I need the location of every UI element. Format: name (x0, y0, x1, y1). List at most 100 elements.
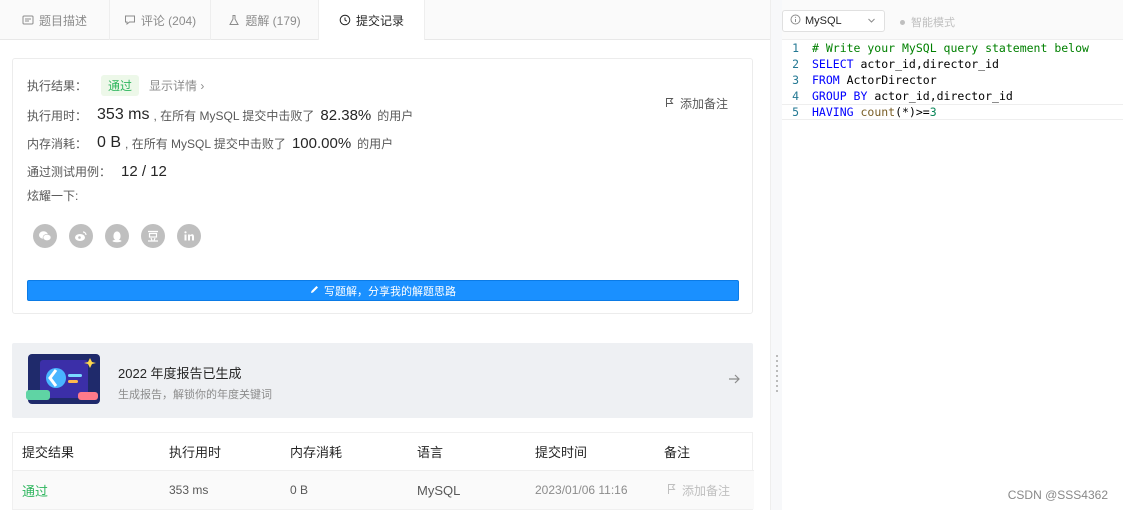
submission-content: 执行结果： 通过 显示详情 › 添加备注 执行用时： 353 ms , 在所有 … (0, 40, 770, 510)
code-token: # Write your MySQL query statement below (812, 41, 1089, 55)
share-buttons (33, 224, 201, 248)
line-number: 3 (792, 73, 799, 87)
tests-value: 12 / 12 (121, 162, 167, 180)
language-value: MySQL (805, 15, 842, 27)
table-header: 提交结果 执行用时 内存消耗 语言 提交时间 备注 (13, 433, 754, 471)
runtime-row: 执行用时： 353 ms , 在所有 MySQL 提交中击败了 82.38% 的… (27, 103, 413, 127)
header-language: 语言 (417, 445, 444, 460)
row-add-note-button[interactable]: 添加备注 (667, 482, 730, 499)
memory-suffix: 的用户 (357, 136, 394, 151)
runtime-label: 执行用时： (27, 108, 88, 123)
smart-mode-toggle[interactable]: 智能模式 (900, 14, 955, 30)
row-language: MySQL (417, 482, 461, 498)
qq-icon[interactable] (105, 224, 129, 248)
tab-label: 题目描述 (38, 13, 87, 28)
code-line[interactable]: 2 SELECT actor_id,director_id (782, 56, 1123, 72)
show-details-link[interactable]: 显示详情 › (149, 77, 204, 94)
add-note-button[interactable]: 添加备注 (665, 95, 728, 112)
row-runtime: 353 ms (169, 483, 209, 497)
tests-label: 通过测试用例： (27, 164, 112, 179)
table-row[interactable]: 通过 353 ms 0 B MySQL 2023/01/06 11:16 添加备… (13, 471, 754, 509)
status-label: 执行结果： (27, 78, 88, 93)
flag-icon (665, 97, 675, 111)
weibo-icon[interactable] (69, 224, 93, 248)
status-badge: 通过 (101, 74, 140, 96)
annual-report-banner[interactable]: 2022 年度报告已生成 生成报告，解锁你的年度关键词 (12, 343, 753, 418)
comment-icon (124, 14, 136, 26)
line-number: 4 (792, 89, 799, 103)
code-token: (*)>= (895, 105, 930, 119)
pencil-icon (310, 285, 319, 297)
watermark: CSDN @SSS4362 (1007, 488, 1108, 502)
info-icon (790, 14, 801, 28)
code-token: actor_id,director_id (853, 57, 999, 71)
code-token: count (860, 105, 896, 119)
flask-icon (228, 14, 240, 26)
drag-handle-icon[interactable] (776, 355, 778, 393)
line-number: 2 (792, 57, 799, 71)
row-time: 2023/01/06 11:16 (535, 483, 628, 497)
code-token: ActorDirector (839, 73, 937, 87)
row-memory: 0 B (290, 483, 309, 497)
document-icon (22, 14, 34, 26)
code-token: GROUP BY (812, 89, 868, 103)
code-token: HAVING (812, 105, 854, 119)
tests-row: 通过测试用例： 12 / 12 (27, 159, 171, 183)
share-label-row: 炫耀一下: (27, 187, 78, 203)
write-solution-button[interactable]: 写题解，分享我的解题思路 (27, 280, 739, 301)
linkedin-icon[interactable] (177, 224, 201, 248)
memory-row: 内存消耗： 0 B , 在所有 MySQL 提交中击败了 100.00% 的用户 (27, 131, 393, 155)
tab-label: 提交记录 (355, 13, 404, 28)
header-note: 备注 (664, 445, 691, 460)
runtime-percentile: 82.38% (320, 106, 372, 124)
pane-splitter[interactable] (770, 0, 782, 510)
douban-icon[interactable] (141, 224, 165, 248)
code-token: actor_id,director_id (867, 89, 1013, 103)
tab-submissions[interactable]: 提交记录 (319, 0, 425, 41)
tab-bar: 题目描述 评论 (204) 题解 (179) 提交记录 (0, 0, 770, 41)
tab-label: 题解 (179) (245, 13, 301, 28)
memory-value: 0 B (97, 134, 122, 151)
app-root: 题目描述 评论 (204) 题解 (179) 提交记录 执行结果： 通过 显示详… (0, 0, 1123, 510)
runtime-suffix: 的用户 (377, 108, 414, 123)
result-card: 执行结果： 通过 显示详情 › 添加备注 执行用时： 353 ms , 在所有 … (12, 58, 753, 314)
memory-label: 内存消耗： (27, 136, 88, 151)
report-illustration-icon (26, 352, 102, 406)
tab-label: 评论 (204) (140, 13, 197, 28)
header-time: 提交时间 (535, 445, 588, 460)
chevron-down-icon (867, 16, 876, 28)
code-token: 3 (929, 105, 937, 119)
runtime-mid-text: , 在所有 MySQL 提交中击败了 (153, 108, 315, 123)
code-token: SELECT (812, 57, 854, 71)
wechat-icon[interactable] (33, 224, 57, 248)
tab-solutions[interactable]: 题解 (179) (211, 0, 319, 40)
memory-percentile: 100.00% (291, 134, 352, 152)
tab-description[interactable]: 题目描述 (0, 0, 110, 40)
memory-mid-text: , 在所有 MySQL 提交中击败了 (125, 136, 286, 151)
tab-comments[interactable]: 评论 (204) (110, 0, 211, 40)
status-row: 执行结果： 通过 显示详情 › (27, 74, 204, 96)
flag-icon (667, 483, 677, 498)
code-line[interactable]: 1 # Write your MySQL query statement belo… (782, 40, 1123, 56)
header-runtime: 执行用时 (169, 445, 222, 460)
problem-pane: 题目描述 评论 (204) 题解 (179) 提交记录 执行结果： 通过 显示详… (0, 0, 770, 510)
editor-toolbar: MySQL 智能模式 (782, 0, 1123, 40)
header-memory: 内存消耗 (290, 445, 343, 460)
line-number: 5 (792, 105, 799, 119)
code-line[interactable]: 4 GROUP BY actor_id,director_id (782, 88, 1123, 104)
line-number: 1 (792, 41, 799, 55)
status-dot-icon (900, 19, 905, 25)
arrow-right-icon[interactable] (727, 372, 741, 386)
code-line[interactable]: 3 FROM ActorDirector (782, 72, 1123, 88)
language-select[interactable]: MySQL (782, 10, 885, 32)
row-result-link[interactable]: 通过 (22, 481, 48, 500)
clock-icon (339, 14, 351, 26)
banner-title: 2022 年度报告已生成 (118, 366, 242, 381)
code-line[interactable]: 5 HAVING count (*)>= 3 (782, 104, 1123, 120)
runtime-value: 353 ms (97, 106, 150, 123)
submissions-table: 提交结果 执行用时 内存消耗 语言 提交时间 备注 通过 353 ms 0 B … (12, 432, 754, 510)
share-label: 炫耀一下: (27, 188, 79, 203)
code-editor-pane: MySQL 智能模式 1 # Write your MySQL query sta… (782, 0, 1123, 510)
banner-subtitle: 生成报告，解锁你的年度关键词 (118, 389, 272, 401)
